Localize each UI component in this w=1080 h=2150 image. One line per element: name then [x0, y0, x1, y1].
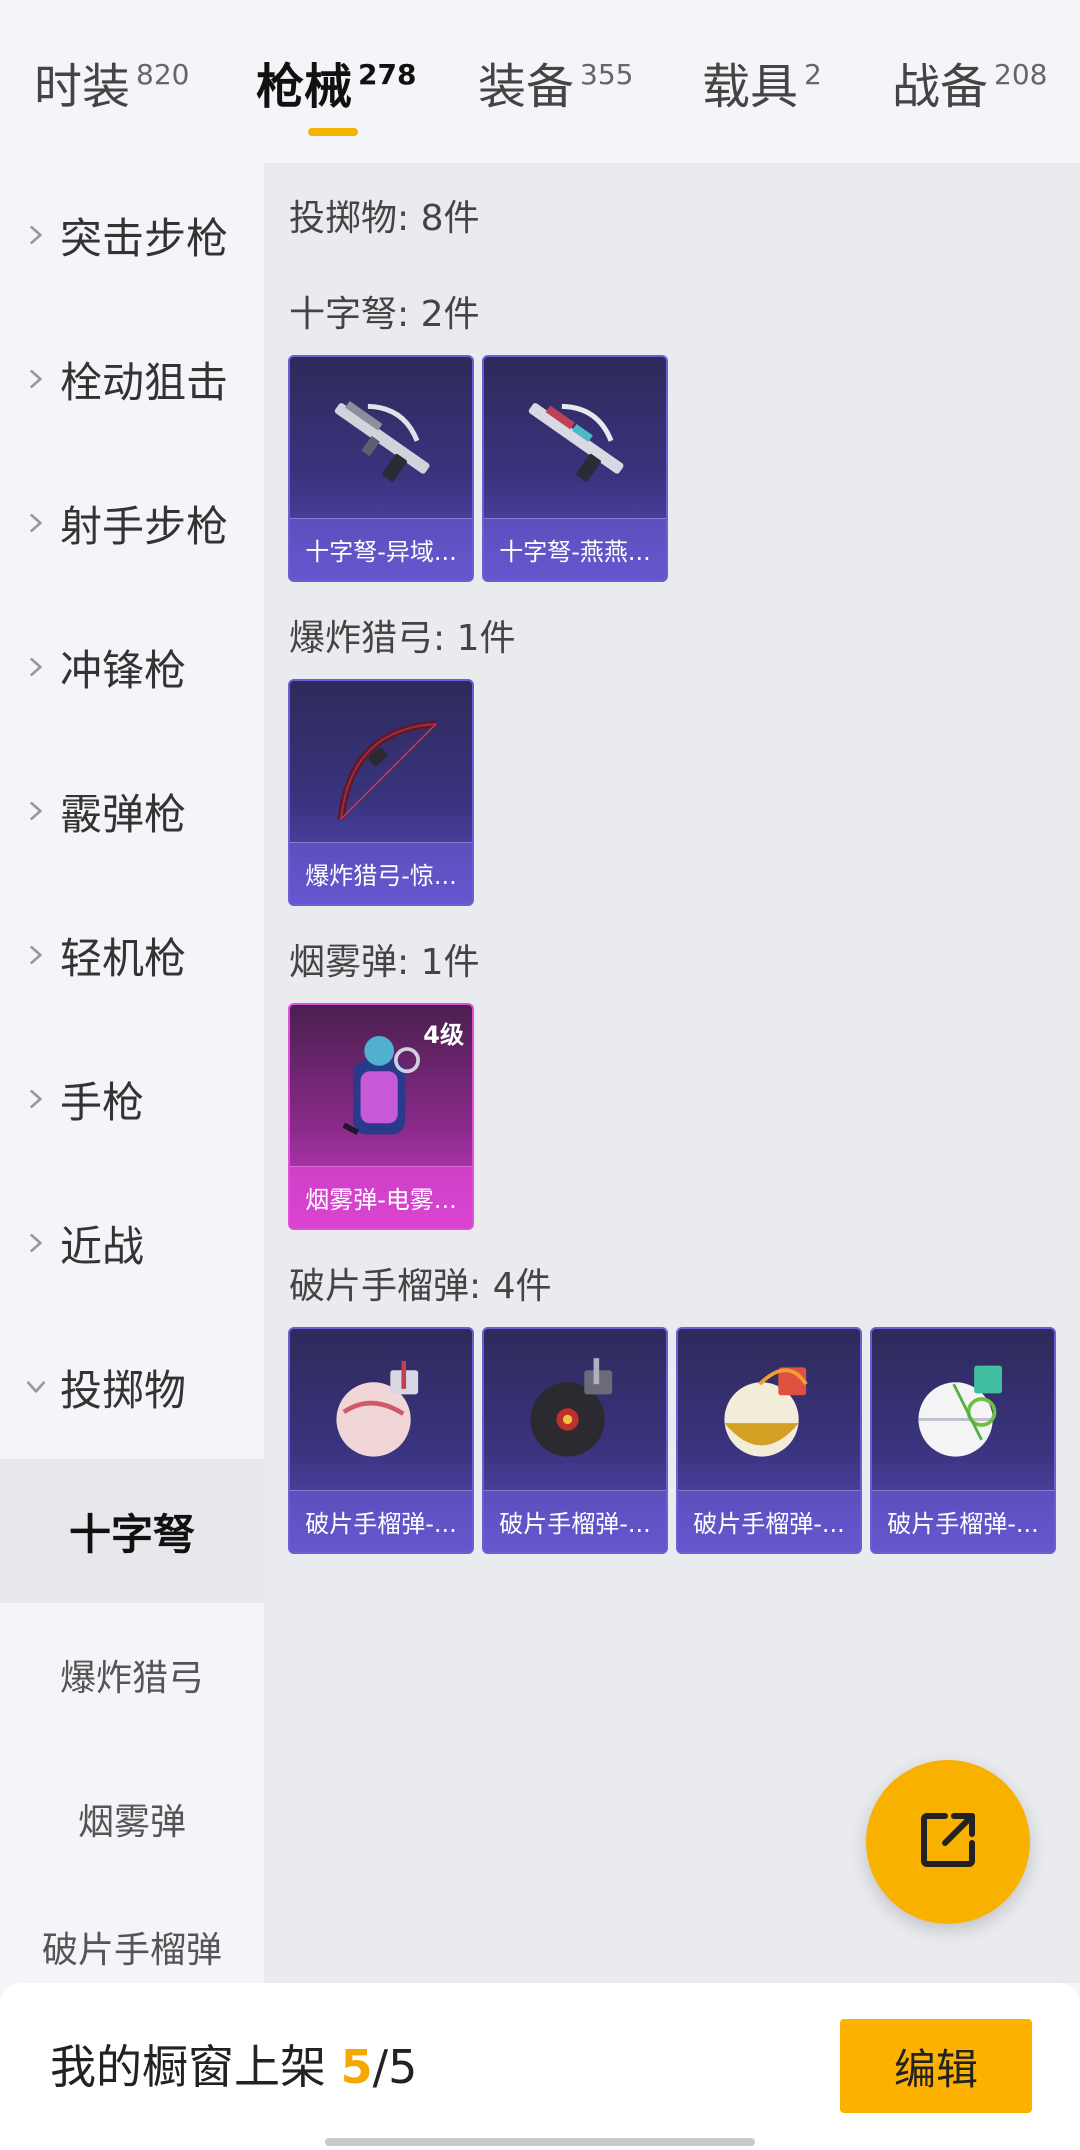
sidebar-item-label: 突击步枪: [60, 213, 229, 263]
item-card-footer: 十字弩-异域...: [290, 518, 472, 580]
item-list-panel: 投掷物: 8件 十字弩: 2件 十字弩-异域... 十字弩-燕燕... 爆炸猎弓…: [264, 163, 1080, 1983]
sidebar-item-label: 射手步枪: [60, 501, 229, 551]
item-card-frag-grenade-1[interactable]: 破片手榴弹-...: [288, 1327, 474, 1554]
frag-grenade-icon: [290, 1329, 472, 1494]
chevron-right-icon: [22, 797, 50, 825]
sidebar-item-pistol[interactable]: 手枪: [0, 1027, 264, 1171]
item-name: 破片手榴弹-...: [305, 1510, 457, 1538]
sidebar-item-shotgun[interactable]: 霰弹枪: [0, 739, 264, 883]
sidebar-subitem-crossbow[interactable]: 十字弩: [0, 1459, 264, 1603]
edit-button[interactable]: 编辑: [840, 2019, 1032, 2113]
tab-label: 载具: [702, 59, 799, 115]
item-card-frag-grenade-2[interactable]: 破片手榴弹-...: [482, 1327, 668, 1554]
item-name: 破片手榴弹-...: [887, 1510, 1039, 1538]
tab-count: 820: [136, 58, 190, 91]
share-external-icon: [912, 1804, 984, 1880]
sidebar-item-throwables[interactable]: 投掷物: [0, 1315, 264, 1459]
sidebar-item-label: 投掷物: [60, 1365, 187, 1415]
sidebar-item-lmg[interactable]: 轻机枪: [0, 883, 264, 1027]
frag-grenade-icon: [872, 1329, 1054, 1494]
category-sidebar: 突击步枪 栓动狙击 射手步枪 冲锋枪 霰弹枪 轻机枪 手枪 近战 投掷物 十字弩…: [0, 163, 264, 1983]
sidebar-item-marksman-rifle[interactable]: 射手步枪: [0, 451, 264, 595]
shelf-separator: /: [372, 2040, 389, 2094]
home-indicator[interactable]: [325, 2138, 755, 2146]
crossbow-icon: [290, 357, 472, 522]
item-card-footer: 破片手榴弹-...: [678, 1490, 860, 1552]
item-card-explosive-bow-1[interactable]: 爆炸猎弓-惊...: [288, 679, 474, 906]
tab-label: 装备: [478, 59, 575, 115]
chevron-down-icon: [22, 1373, 50, 1401]
frag-grenade-icon: [484, 1329, 666, 1494]
tab-firearms[interactable]: 枪械 278: [256, 58, 416, 116]
item-card-frag-grenade-4[interactable]: 破片手榴弹-...: [870, 1327, 1056, 1554]
chevron-right-icon: [22, 1229, 50, 1257]
section-title-explosive-bow: 爆炸猎弓: 1件: [289, 618, 516, 659]
item-card-footer: 破片手榴弹-...: [872, 1490, 1054, 1552]
sidebar-item-label: 轻机枪: [60, 933, 187, 983]
sidebar-item-label: 霰弹枪: [60, 789, 187, 839]
frag-grenade-icon: [678, 1329, 860, 1494]
item-card-crossbow-1[interactable]: 十字弩-异域...: [288, 355, 474, 582]
shelf-total-count: 5: [388, 2040, 418, 2094]
category-header: 投掷物: 8件: [289, 198, 480, 239]
sidebar-item-label: 近战: [60, 1221, 145, 1271]
item-card-smoke-grenade-1[interactable]: 4级 烟雾弹-电雾...: [288, 1003, 474, 1230]
item-card-footer: 破片手榴弹-...: [484, 1490, 666, 1552]
bottom-bar: 我的橱窗上架 5/5 编辑: [0, 1983, 1080, 2150]
item-card-frag-grenade-3[interactable]: 破片手榴弹-...: [676, 1327, 862, 1554]
tab-count: 355: [580, 58, 634, 91]
sidebar-item-assault-rifle[interactable]: 突击步枪: [0, 163, 264, 307]
tab-equipment[interactable]: 装备 355: [478, 58, 633, 116]
chevron-right-icon: [22, 365, 50, 393]
sidebar-item-melee[interactable]: 近战: [0, 1171, 264, 1315]
active-tab-indicator: [308, 128, 358, 136]
item-card-footer: 十字弩-燕燕...: [484, 518, 666, 580]
item-card-footer: 烟雾弹-电雾...: [290, 1166, 472, 1228]
sidebar-item-smg[interactable]: 冲锋枪: [0, 595, 264, 739]
tab-vehicles[interactable]: 载具 2: [702, 58, 822, 116]
tab-fashion[interactable]: 时装 820: [34, 58, 189, 116]
item-name: 爆炸猎弓-惊...: [305, 862, 457, 890]
tab-combat-supplies[interactable]: 战备 208: [892, 58, 1047, 116]
bow-icon: [290, 681, 472, 846]
sidebar-subitem-smoke-grenade[interactable]: 烟雾弹: [0, 1747, 264, 1891]
chevron-right-icon: [22, 221, 50, 249]
tab-count: 278: [358, 58, 417, 91]
item-card-crossbow-2[interactable]: 十字弩-燕燕...: [482, 355, 668, 582]
item-card-footer: 破片手榴弹-...: [290, 1490, 472, 1552]
section-title-crossbow: 十字弩: 2件: [289, 294, 480, 335]
sidebar-item-label: 手枪: [60, 1077, 145, 1127]
tab-count: 208: [994, 58, 1048, 91]
level-badge: 4级: [423, 1021, 464, 1049]
sidebar-subitem-explosive-bow[interactable]: 爆炸猎弓: [0, 1603, 264, 1747]
shelf-label: 我的橱窗上架: [50, 2040, 326, 2094]
chevron-right-icon: [22, 509, 50, 537]
section-title-frag-grenade: 破片手榴弹: 4件: [289, 1266, 552, 1307]
chevron-right-icon: [22, 653, 50, 681]
crossbow-icon: [484, 357, 666, 522]
item-name: 十字弩-燕燕...: [499, 538, 651, 566]
item-name: 十字弩-异域...: [305, 538, 457, 566]
item-name: 烟雾弹-电雾...: [305, 1186, 457, 1214]
shelf-current-count: 5: [340, 2040, 373, 2094]
tab-count: 2: [804, 58, 822, 91]
item-name: 破片手榴弹-...: [499, 1510, 651, 1538]
item-card-footer: 爆炸猎弓-惊...: [290, 842, 472, 904]
sidebar-item-label: 栓动狙击: [60, 357, 229, 407]
tab-label: 时装: [34, 59, 131, 115]
tab-label: 战备: [892, 59, 989, 115]
share-fab-button[interactable]: [866, 1760, 1030, 1924]
chevron-right-icon: [22, 941, 50, 969]
category-tabs: 时装 820 枪械 278 装备 355 载具 2 战备 208: [0, 0, 1080, 163]
shelf-status: 我的橱窗上架 5/5: [50, 2031, 417, 2097]
tab-label: 枪械: [256, 59, 353, 115]
sidebar-item-bolt-sniper[interactable]: 栓动狙击: [0, 307, 264, 451]
section-title-smoke-grenade: 烟雾弹: 1件: [289, 942, 480, 983]
chevron-right-icon: [22, 1085, 50, 1113]
item-name: 破片手榴弹-...: [693, 1510, 845, 1538]
sidebar-item-label: 冲锋枪: [60, 645, 187, 695]
